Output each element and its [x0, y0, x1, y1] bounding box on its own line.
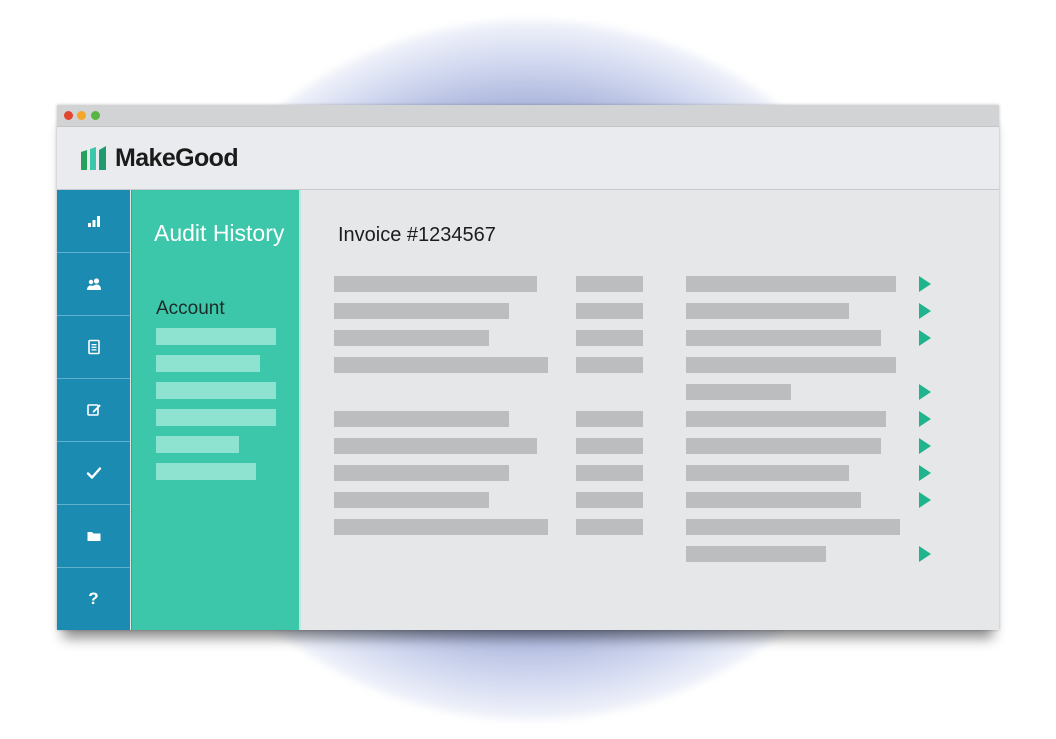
placeholder-cell — [686, 276, 896, 292]
placeholder-cell — [686, 492, 861, 508]
brand-name[interactable]: MakeGood — [115, 144, 239, 173]
placeholder-cell — [686, 438, 881, 454]
placeholder-cell — [576, 519, 643, 535]
placeholder-cell — [686, 330, 881, 346]
expand-row-arrow-icon[interactable] — [919, 330, 931, 346]
placeholder-cell — [334, 411, 509, 427]
edit-icon — [86, 404, 101, 416]
account-item-placeholder[interactable] — [156, 328, 276, 345]
account-item-placeholder[interactable] — [156, 463, 256, 480]
users-nav-button[interactable] — [57, 253, 130, 316]
account-section-label: Account — [156, 298, 225, 319]
placeholder-cell — [576, 303, 643, 319]
analytics-nav-button[interactable] — [57, 190, 130, 253]
placeholder-cell — [686, 384, 791, 400]
bar-chart-logo-icon — [81, 146, 106, 170]
placeholder-cell — [334, 465, 509, 481]
placeholder-cell — [334, 357, 548, 373]
placeholder-cell — [334, 276, 537, 292]
app-window: MakeGood ? Audit History Account Invoice… — [57, 105, 999, 630]
placeholder-cell — [686, 546, 826, 562]
placeholder-cell — [576, 465, 643, 481]
expand-row-arrow-icon[interactable] — [919, 384, 931, 400]
minimize-window-button[interactable] — [77, 111, 86, 120]
document-icon — [87, 339, 100, 355]
account-item-placeholder[interactable] — [156, 436, 239, 453]
placeholder-cell — [576, 330, 643, 346]
expand-row-arrow-icon[interactable] — [919, 303, 931, 319]
expand-row-arrow-icon[interactable] — [919, 276, 931, 292]
placeholder-cell — [686, 303, 849, 319]
help-nav-button[interactable]: ? — [57, 568, 130, 630]
app-header: MakeGood — [57, 127, 999, 190]
check-icon — [86, 467, 101, 479]
placeholder-cell — [686, 465, 849, 481]
analytics-icon — [87, 216, 100, 227]
placeholder-cell — [576, 357, 643, 373]
placeholder-cell — [334, 519, 548, 535]
title-bar — [57, 105, 999, 127]
expand-row-arrow-icon[interactable] — [919, 411, 931, 427]
expand-row-arrow-icon[interactable] — [919, 465, 931, 481]
maximize-window-button[interactable] — [91, 111, 100, 120]
expand-row-arrow-icon[interactable] — [919, 546, 931, 562]
expand-row-arrow-icon[interactable] — [919, 438, 931, 454]
placeholder-cell — [334, 303, 509, 319]
expand-row-arrow-icon[interactable] — [919, 492, 931, 508]
edit-nav-button[interactable] — [57, 379, 130, 442]
approve-nav-button[interactable] — [57, 442, 130, 505]
placeholder-cell — [576, 492, 643, 508]
help-icon: ? — [88, 589, 99, 608]
folder-nav-button[interactable] — [57, 505, 130, 568]
invoice-content: Invoice #1234567 — [301, 190, 999, 630]
placeholder-cell — [686, 411, 886, 427]
placeholder-cell — [334, 492, 489, 508]
placeholder-cell — [576, 411, 643, 427]
documents-nav-button[interactable] — [57, 316, 130, 379]
folder-icon — [87, 532, 100, 541]
icon-sidebar: ? — [57, 190, 130, 630]
panel-title: Audit History — [154, 220, 285, 246]
audit-history-panel: Audit History Account — [131, 190, 300, 630]
placeholder-cell — [576, 276, 643, 292]
placeholder-cell — [334, 438, 537, 454]
placeholder-cell — [576, 438, 643, 454]
users-icon — [86, 278, 101, 290]
close-window-button[interactable] — [64, 111, 73, 120]
account-item-placeholder[interactable] — [156, 382, 276, 399]
placeholder-cell — [686, 357, 896, 373]
account-item-placeholder[interactable] — [156, 355, 260, 372]
placeholder-cell — [334, 330, 489, 346]
invoice-title: Invoice #1234567 — [338, 224, 496, 246]
placeholder-cell — [686, 519, 900, 535]
account-item-placeholder[interactable] — [156, 409, 276, 426]
